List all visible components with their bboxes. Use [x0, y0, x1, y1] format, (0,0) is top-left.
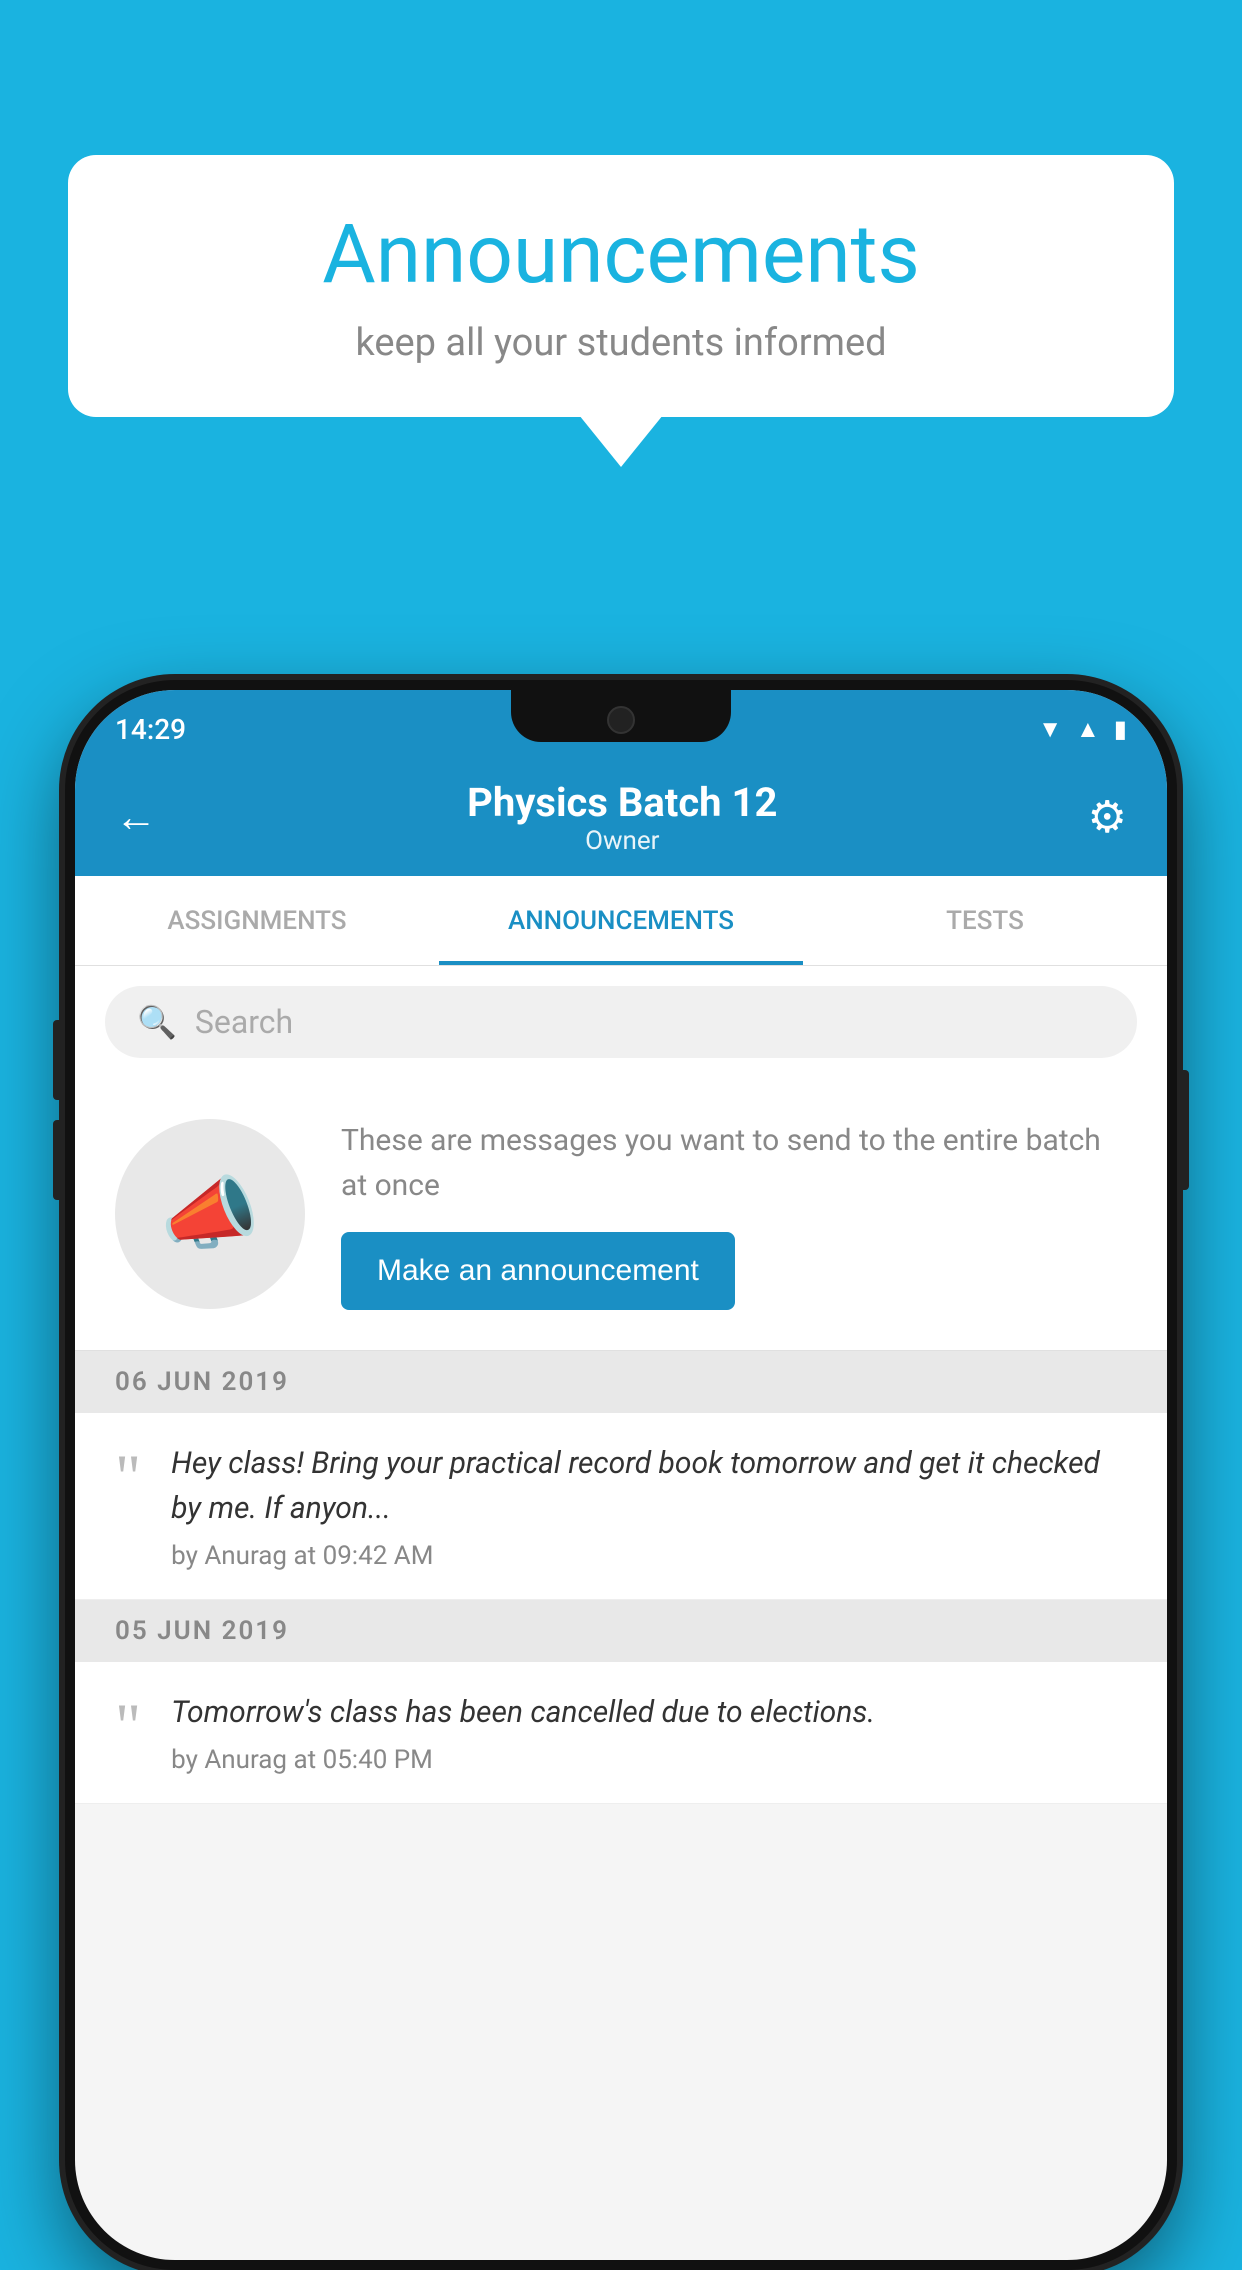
- power-button[interactable]: [1179, 1070, 1189, 1190]
- app-header: ← Physics Batch 12 Owner ⚙: [75, 758, 1167, 876]
- empty-state-card: 📣 These are messages you want to send to…: [75, 1078, 1167, 1351]
- speech-bubble-title: Announcements: [128, 207, 1114, 303]
- announcement-content-1: Hey class! Bring your practical record b…: [171, 1441, 1127, 1571]
- announcement-item-1[interactable]: " Hey class! Bring your practical record…: [75, 1413, 1167, 1600]
- phone-frame: 14:29 ▼ ▲ ▮ ← Physics Batch 12 Owner ⚙ A…: [65, 680, 1177, 2270]
- search-bar-container: 🔍 Search: [75, 966, 1167, 1078]
- announcement-meta-1: by Anurag at 09:42 AM: [171, 1541, 1127, 1571]
- quote-icon-2: ": [115, 1694, 141, 1758]
- speech-bubble: Announcements keep all your students inf…: [68, 155, 1174, 417]
- empty-state-text: These are messages you want to send to t…: [341, 1118, 1127, 1208]
- signal-icon: ▲: [1076, 715, 1100, 744]
- announcement-item-2[interactable]: " Tomorrow's class has been cancelled du…: [75, 1662, 1167, 1804]
- battery-icon: ▮: [1114, 715, 1127, 743]
- date-divider-2: 05 JUN 2019: [75, 1600, 1167, 1662]
- phone-screen: 14:29 ▼ ▲ ▮ ← Physics Batch 12 Owner ⚙ A…: [75, 690, 1167, 2260]
- search-input[interactable]: Search: [195, 1003, 293, 1041]
- speech-bubble-arrow: [579, 415, 663, 467]
- volume-down-button[interactable]: [53, 1120, 63, 1200]
- status-time: 14:29: [115, 713, 186, 746]
- status-icons: ▼ ▲ ▮: [1038, 715, 1127, 744]
- search-icon: 🔍: [137, 1003, 177, 1041]
- tab-assignments[interactable]: ASSIGNMENTS: [75, 876, 439, 965]
- back-button[interactable]: ←: [115, 793, 157, 842]
- empty-icon-circle: 📣: [115, 1119, 305, 1309]
- date-divider-1: 06 JUN 2019: [75, 1351, 1167, 1413]
- announcement-text-1: Hey class! Bring your practical record b…: [171, 1441, 1127, 1531]
- search-bar[interactable]: 🔍 Search: [105, 986, 1137, 1058]
- tab-announcements[interactable]: ANNOUNCEMENTS: [439, 876, 803, 965]
- header-title-block: Physics Batch 12 Owner: [467, 779, 777, 856]
- speech-bubble-subtitle: keep all your students informed: [128, 321, 1114, 365]
- announcement-content-2: Tomorrow's class has been cancelled due …: [171, 1690, 1127, 1775]
- announcement-meta-2: by Anurag at 05:40 PM: [171, 1745, 1127, 1775]
- announcement-text-2: Tomorrow's class has been cancelled due …: [171, 1690, 1127, 1735]
- header-title: Physics Batch 12: [467, 779, 777, 826]
- front-camera: [607, 706, 635, 734]
- wifi-icon: ▼: [1038, 715, 1062, 744]
- empty-state-content: These are messages you want to send to t…: [341, 1118, 1127, 1310]
- tabs-bar: ASSIGNMENTS ANNOUNCEMENTS TESTS: [75, 876, 1167, 966]
- quote-icon-1: ": [115, 1445, 141, 1509]
- volume-up-button[interactable]: [53, 1020, 63, 1100]
- tab-tests[interactable]: TESTS: [803, 876, 1167, 965]
- header-subtitle: Owner: [467, 826, 777, 856]
- settings-icon[interactable]: ⚙: [1088, 791, 1127, 843]
- phone-notch: [511, 690, 731, 742]
- speech-bubble-section: Announcements keep all your students inf…: [68, 155, 1174, 467]
- megaphone-icon: 📣: [160, 1167, 260, 1261]
- make-announcement-button[interactable]: Make an announcement: [341, 1232, 735, 1310]
